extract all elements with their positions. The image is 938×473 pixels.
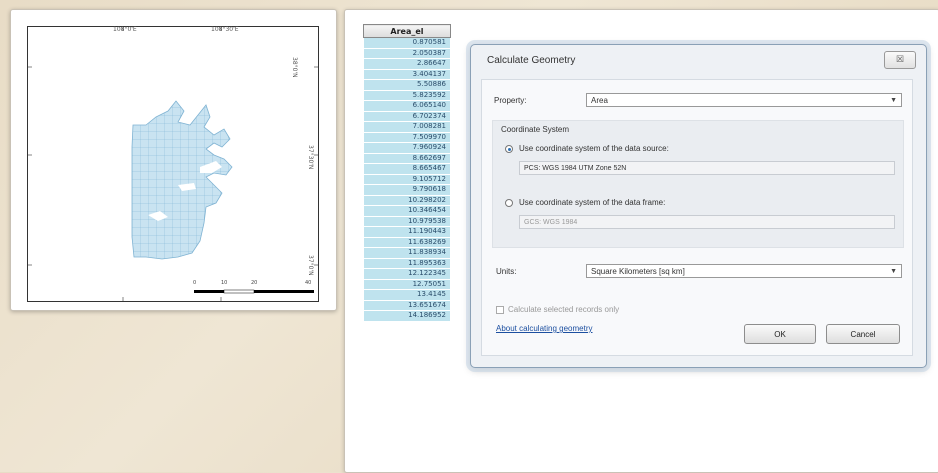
attribute-table: Area_el 0.870581 2.050387 2.86647 3.404137 5… [363,24,451,322]
calculate-geometry-dialog: Calculate Geometry ☒ Property: Area ▼ Co… [470,44,927,368]
coordinate-system-group: Coordinate System Use coordinate system … [492,120,904,248]
area-cell[interactable]: 3.404137 [363,68,451,80]
scale-bar: 0 10 20 40 [193,280,315,297]
dialog-title: Calculate Geometry [487,55,576,66]
area-cell[interactable]: 11.638269 [363,236,451,248]
table-row[interactable]: 13.4145 [363,289,451,301]
area-cell[interactable]: 11.895363 [363,257,451,269]
area-cell[interactable]: 10.298202 [363,194,451,206]
cancel-button[interactable]: Cancel [826,324,900,344]
table-row[interactable]: 9.790618 [363,184,451,196]
area-cell[interactable]: 12.122345 [363,268,451,280]
area-cell[interactable]: 5.50886 [363,79,451,91]
table-row[interactable]: 11.838934 [363,247,451,259]
area-cell[interactable]: 10.346454 [363,205,451,217]
table-row[interactable]: 8.665467 [363,163,451,175]
area-cell[interactable]: 2.86647 [363,58,451,70]
column-header-area[interactable]: Area_el [363,24,451,38]
table-row[interactable]: 13.651674 [363,299,451,311]
area-cell[interactable]: 14.186952 [363,310,451,322]
about-geometry-link[interactable]: About calculating geometry [496,324,593,333]
area-cell[interactable]: 11.838934 [363,247,451,259]
use-data-source-label[interactable]: Use coordinate system of the data source… [519,144,669,153]
area-cell[interactable]: 6.702374 [363,110,451,122]
selected-only-checkbox[interactable] [496,306,504,314]
table-row[interactable]: 8.662697 [363,152,451,164]
table-row[interactable]: 0.870581 [363,37,451,49]
table-row[interactable]: 10.979538 [363,215,451,227]
property-select-value: Area [591,96,608,105]
use-data-frame-label[interactable]: Use coordinate system of the data frame: [519,198,665,207]
table-row[interactable]: 12.122345 [363,268,451,280]
table-row[interactable]: 11.638269 [363,236,451,248]
area-cell[interactable]: 13.651674 [363,299,451,311]
dialog-body: Property: Area ▼ Coordinate System Use c… [481,79,913,356]
area-cell[interactable]: 11.190443 [363,226,451,238]
table-row[interactable]: 2.050387 [363,47,451,59]
area-cell[interactable]: 7.960924 [363,142,451,154]
table-row[interactable]: 5.823592 [363,89,451,101]
area-cell[interactable]: 9.105712 [363,173,451,185]
area-cell[interactable]: 2.050387 [363,47,451,59]
property-label: Property: [494,96,527,105]
area-cell[interactable]: 8.662697 [363,152,451,164]
ok-button[interactable]: OK [744,324,816,344]
table-row[interactable]: 7.509970 [363,131,451,143]
map-layout-panel: 108°0'E 108°30'E 38°0'N 37°30'N 37°0'N 0… [10,9,337,311]
map-frame: 108°0'E 108°30'E 38°0'N 37°30'N 37°0'N 0… [27,26,319,302]
table-row[interactable]: 9.105712 [363,173,451,185]
table-row[interactable]: 11.190443 [363,226,451,238]
study-area-polygon [131,100,233,260]
table-row[interactable]: 10.298202 [363,194,451,206]
units-select[interactable]: Square Kilometers [sq km] ▼ [586,264,902,278]
close-button[interactable]: ☒ [884,51,916,69]
table-row[interactable]: 5.50886 [363,79,451,91]
chevron-down-icon: ▼ [890,268,897,275]
radio-data-source[interactable] [505,145,513,153]
table-row[interactable]: 12.75051 [363,278,451,290]
table-row[interactable]: 7.960924 [363,142,451,154]
area-cell[interactable]: 0.870581 [363,37,451,49]
area-cell[interactable]: 9.790618 [363,184,451,196]
units-label: Units: [496,267,517,276]
area-cell[interactable]: 12.75051 [363,278,451,290]
study-area-map [28,27,318,301]
property-select[interactable]: Area ▼ [586,93,902,107]
area-cell[interactable]: 10.979538 [363,215,451,227]
table-row[interactable]: 3.404137 [363,68,451,80]
data-frame-cs-field: GCS: WGS 1984 [519,215,895,229]
table-row[interactable]: 10.346454 [363,205,451,217]
table-row[interactable]: 2.86647 [363,58,451,70]
chevron-down-icon: ▼ [890,97,897,104]
area-cell[interactable]: 7.509970 [363,131,451,143]
coordinate-system-label: Coordinate System [501,125,570,134]
data-source-cs-field: PCS: WGS 1984 UTM Zone 52N [519,161,895,175]
area-cell[interactable]: 13.4145 [363,289,451,301]
radio-data-frame[interactable] [505,199,513,207]
table-row[interactable]: 7.008281 [363,121,451,133]
area-cell[interactable]: 6.065140 [363,100,451,112]
area-cell[interactable]: 5.823592 [363,89,451,101]
units-select-value: Square Kilometers [sq km] [591,267,685,276]
area-cell[interactable]: 8.665467 [363,163,451,175]
area-cell[interactable]: 7.008281 [363,121,451,133]
table-row[interactable]: 11.895363 [363,257,451,269]
table-row[interactable]: 6.702374 [363,110,451,122]
table-row[interactable]: 14.186952 [363,310,451,322]
selected-only-label: Calculate selected records only [508,305,620,314]
table-row[interactable]: 6.065140 [363,100,451,112]
